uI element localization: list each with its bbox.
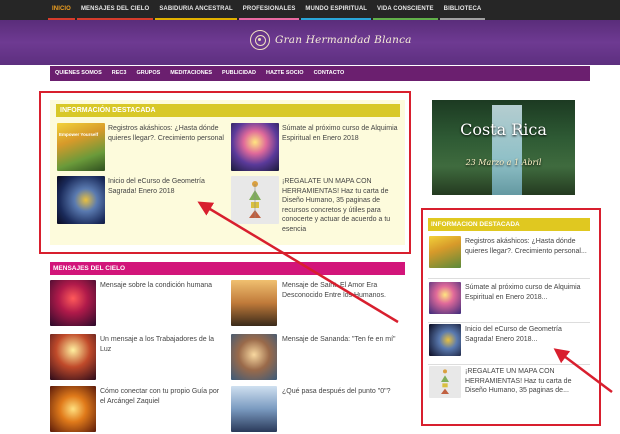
ad-title: Costa Rica [460,120,547,139]
site-name: Gran Hermandad Blanca [275,34,412,46]
top-nav-mensajes-del-cielo[interactable]: MENSAJES DEL CIELO [76,0,154,20]
main-nav-meditaciones[interactable]: MEDITACIONES [165,66,217,81]
top-nav-sabiduria-ancestral[interactable]: SABIDURIA ANCESTRAL [155,0,237,20]
mensajes-thumb[interactable] [50,334,96,380]
mensajes-item-title[interactable]: Un mensaje a los Trabajadores de la Luz [100,335,225,354]
mensajes-item-title[interactable]: Mensaje de Sananda: "Ten fe en mí" [282,335,402,345]
spiral-logo-icon [250,30,270,50]
mensajes-header: MENSAJES DEL CIELO [50,262,405,275]
mensajes-thumb[interactable] [231,386,277,432]
main-nav-contacto[interactable]: CONTACTO [309,66,350,81]
top-nav-mundo-espiritual[interactable]: MUNDO ESPIRITUAL [301,0,372,20]
mensajes-item-title[interactable]: Mensaje de Saint. El Amor Era Desconocid… [282,281,402,300]
top-nav-bar: INICIO MENSAJES DEL CIELO SABIDURIA ANCE… [0,0,620,20]
site-logo[interactable]: Gran Hermandad Blanca [250,30,412,50]
mensajes-thumb[interactable] [231,334,277,380]
waterfall-image [492,105,522,195]
ad-subtitle: 23 Marzo a 1 Abril [465,158,542,167]
mensajes-item-title[interactable]: ¿Qué pasa después del punto "0"? [282,387,402,397]
mensajes-thumb[interactable] [231,280,277,326]
page: INICIO MENSAJES DEL CIELO SABIDURIA ANCE… [0,0,620,434]
mensajes-thumb[interactable] [50,386,96,432]
main-nav-hazte-socio[interactable]: HAZTE SOCIO [261,66,309,81]
main-nav-grupos[interactable]: GRUPOS [131,66,165,81]
top-nav-inicio[interactable]: INICIO [48,0,75,20]
top-nav-biblioteca[interactable]: BIBLIOTECA [439,0,486,20]
top-nav-profesionales[interactable]: PROFESIONALES [238,0,300,20]
costa-rica-ad-banner[interactable]: Costa Rica 23 Marzo a 1 Abril [432,100,575,195]
main-nav-rec3[interactable]: REC3 [107,66,132,81]
main-nav-bar: QUIENES SOMOS REC3 GRUPOS MEDITACIONES P… [50,66,590,81]
mensajes-item-title[interactable]: Mensaje sobre la condición humana [100,281,225,291]
highlight-frame-featured [39,91,411,254]
top-nav-vida-consciente[interactable]: VIDA CONSCIENTE [373,0,438,20]
mensajes-thumb[interactable] [50,280,96,326]
main-nav-quienes-somos[interactable]: QUIENES SOMOS [50,66,107,81]
mensajes-item-title[interactable]: Cómo conectar con tu propio Guía por el … [100,387,225,406]
main-nav-publicidad[interactable]: PUBLICIDAD [217,66,261,81]
highlight-frame-sidebar [421,208,601,426]
